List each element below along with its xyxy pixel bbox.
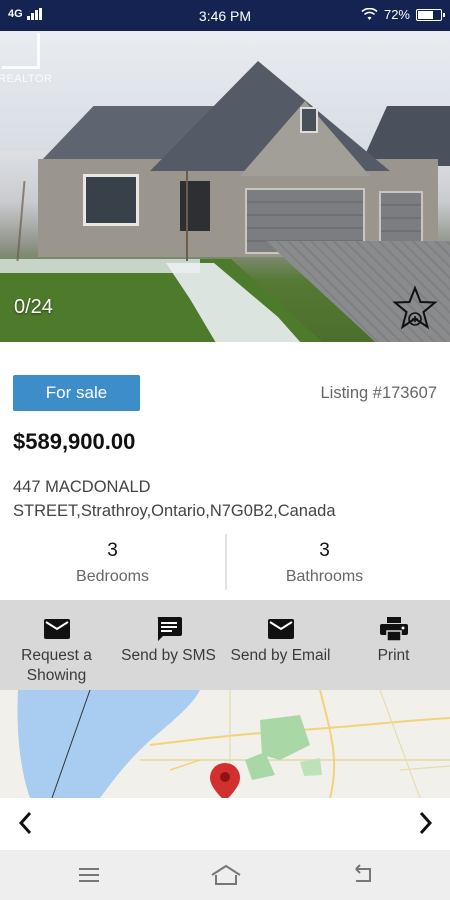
previous-arrow-icon[interactable] — [13, 810, 39, 836]
mail-icon — [43, 619, 70, 639]
home-icon[interactable] — [210, 863, 242, 887]
mail-icon — [267, 619, 294, 639]
bathrooms-count: 3 — [319, 540, 330, 561]
request-showing-label-2: Showing — [26, 667, 87, 684]
status-badge: For sale — [13, 375, 140, 411]
back-icon[interactable] — [350, 863, 376, 887]
system-nav-bar — [0, 850, 450, 900]
listing-navigation — [0, 798, 450, 850]
send-by-sms-label: Send by SMS — [121, 647, 216, 664]
favorite-star-icon[interactable] — [392, 285, 438, 331]
send-by-email-button[interactable]: Send by Email — [224, 616, 337, 666]
request-showing-label-1: Request a — [21, 647, 92, 664]
price: $589,900.00 — [13, 429, 136, 454]
send-by-email-label: Send by Email — [230, 647, 331, 664]
status-right: 72% — [361, 7, 445, 22]
bedrooms-label: Bedrooms — [76, 568, 149, 585]
print-button[interactable]: Print — [337, 616, 450, 666]
photo-counter: 0/24 — [14, 296, 53, 318]
address-line-2: STREET,Strathroy,Ontario,N7G0B2,Canada — [13, 502, 336, 520]
room-stats: 3 Bedrooms 3 Bathrooms — [0, 534, 450, 598]
realtor-logo: REALTOR — [0, 31, 52, 91]
send-by-sms-button[interactable]: Send by SMS — [112, 616, 225, 666]
address: 447 MACDONALD STREET,Strathroy,Ontario,N… — [13, 475, 438, 523]
print-icon — [379, 617, 408, 641]
request-showing-button[interactable]: Request a Showing — [0, 616, 113, 686]
sms-icon — [157, 617, 182, 641]
wifi-icon — [361, 8, 378, 20]
bathrooms-stat: 3 Bathrooms — [212, 534, 437, 598]
print-label: Print — [377, 647, 410, 664]
battery-icon — [416, 8, 445, 21]
map-pin-icon[interactable] — [209, 763, 241, 801]
listing-photo[interactable] — [0, 31, 450, 342]
action-bar: Request a Showing Send by SMS Send by Em… — [0, 600, 450, 690]
status-bar: 4G 3:46 PM 72% — [0, 0, 450, 31]
bedrooms-count: 3 — [107, 540, 118, 561]
address-line-1: 447 MACDONALD — [13, 478, 151, 496]
next-arrow-icon[interactable] — [412, 810, 438, 836]
bathrooms-label: Bathrooms — [285, 568, 364, 585]
battery-percent: 72% — [383, 7, 410, 22]
listing-number: Listing #173607 — [320, 384, 437, 402]
menu-icon[interactable] — [76, 863, 102, 887]
bedrooms-stat: 3 Bedrooms — [0, 534, 225, 598]
